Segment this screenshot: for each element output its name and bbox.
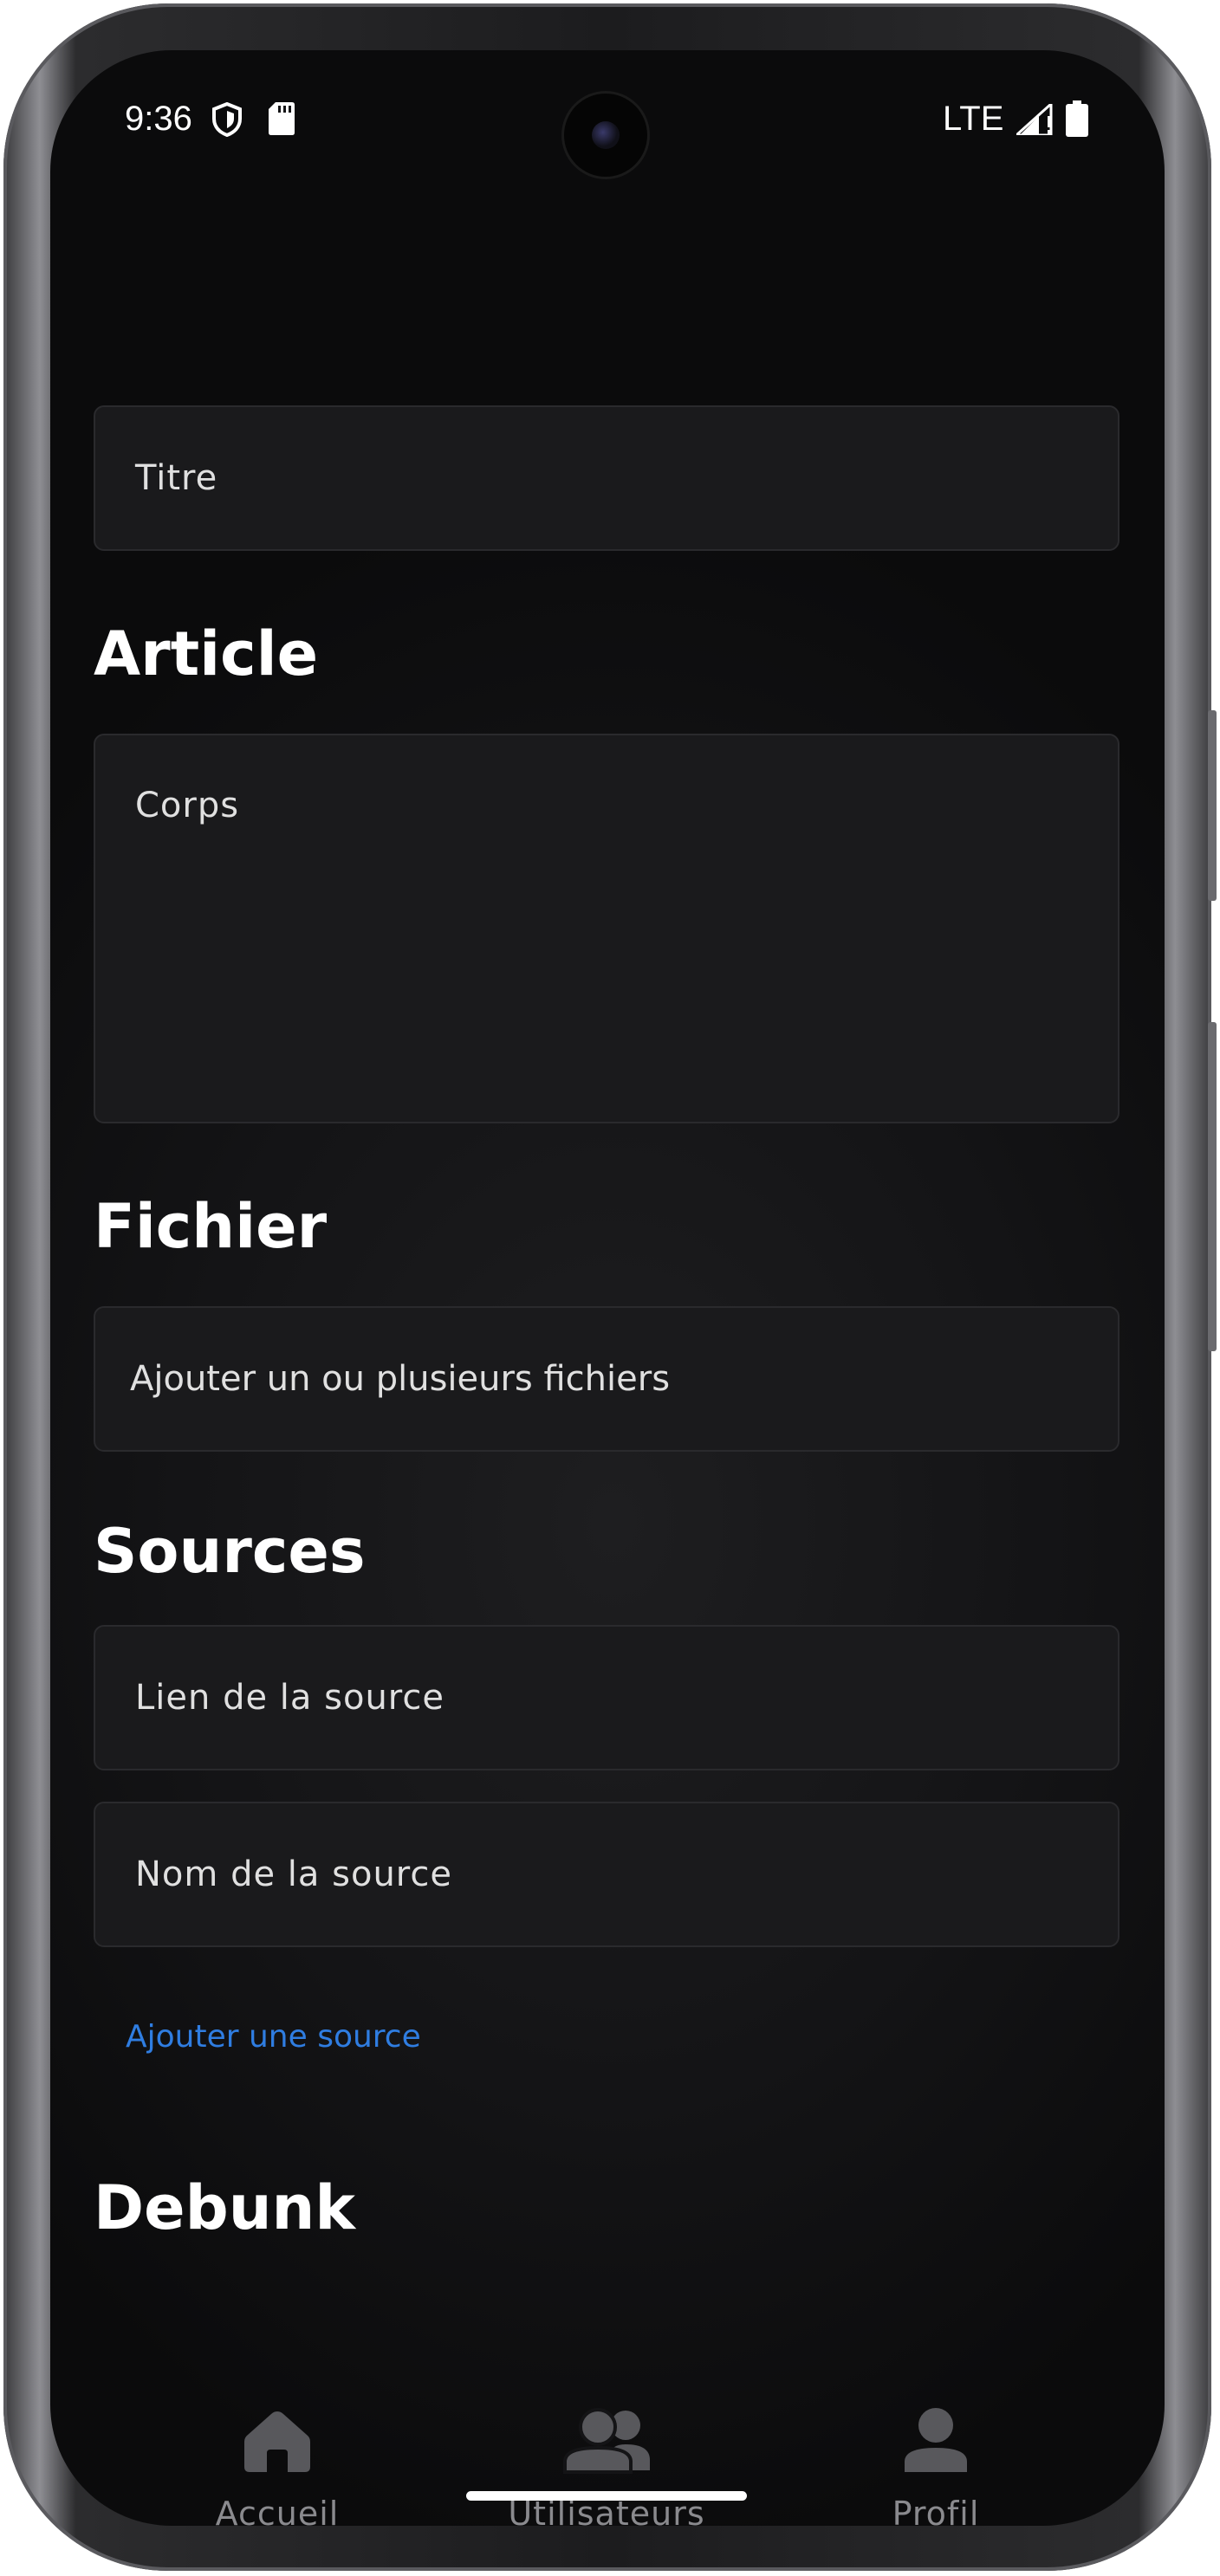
home-indicator[interactable] <box>466 2491 747 2501</box>
status-time: 9:36 <box>125 100 192 138</box>
sd-card-icon <box>269 102 295 139</box>
nav-label-profil: Profil <box>892 2495 980 2526</box>
network-type: LTE <box>943 100 1004 138</box>
signal-icon <box>1013 100 1055 139</box>
source-name-input[interactable]: Nom de la source <box>94 1802 1119 1947</box>
add-files-button[interactable]: Ajouter un ou plusieurs fichiers <box>94 1306 1119 1452</box>
file-heading: Fichier <box>94 1191 328 1262</box>
title-placeholder: Titre <box>135 458 218 498</box>
home-icon <box>243 2406 312 2476</box>
profile-icon <box>901 2406 970 2476</box>
add-source-link[interactable]: Ajouter une source <box>126 2019 421 2055</box>
add-files-label: Ajouter un ou plusieurs fichiers <box>130 1359 671 1399</box>
volume-button <box>1208 1022 1217 1351</box>
screen: 9:36 LTE Titre Article Corps Fichier Ajo… <box>50 50 1165 2526</box>
debunk-heading: Debunk <box>94 2172 355 2243</box>
article-heading: Article <box>94 618 319 689</box>
source-name-placeholder: Nom de la source <box>135 1854 452 1894</box>
source-link-input[interactable]: Lien de la source <box>94 1625 1119 1770</box>
body-textarea[interactable]: Corps <box>94 734 1119 1123</box>
shield-icon <box>211 101 243 141</box>
source-link-placeholder: Lien de la source <box>135 1678 445 1718</box>
status-bar: 9:36 LTE <box>50 50 1165 189</box>
front-camera <box>564 94 647 177</box>
users-icon <box>560 2406 655 2476</box>
power-button <box>1208 710 1217 901</box>
body-placeholder: Corps <box>135 786 240 825</box>
sources-heading: Sources <box>94 1516 366 1587</box>
title-input[interactable]: Titre <box>94 405 1119 551</box>
battery-icon <box>1066 100 1088 141</box>
nav-label-accueil: Accueil <box>215 2495 340 2526</box>
